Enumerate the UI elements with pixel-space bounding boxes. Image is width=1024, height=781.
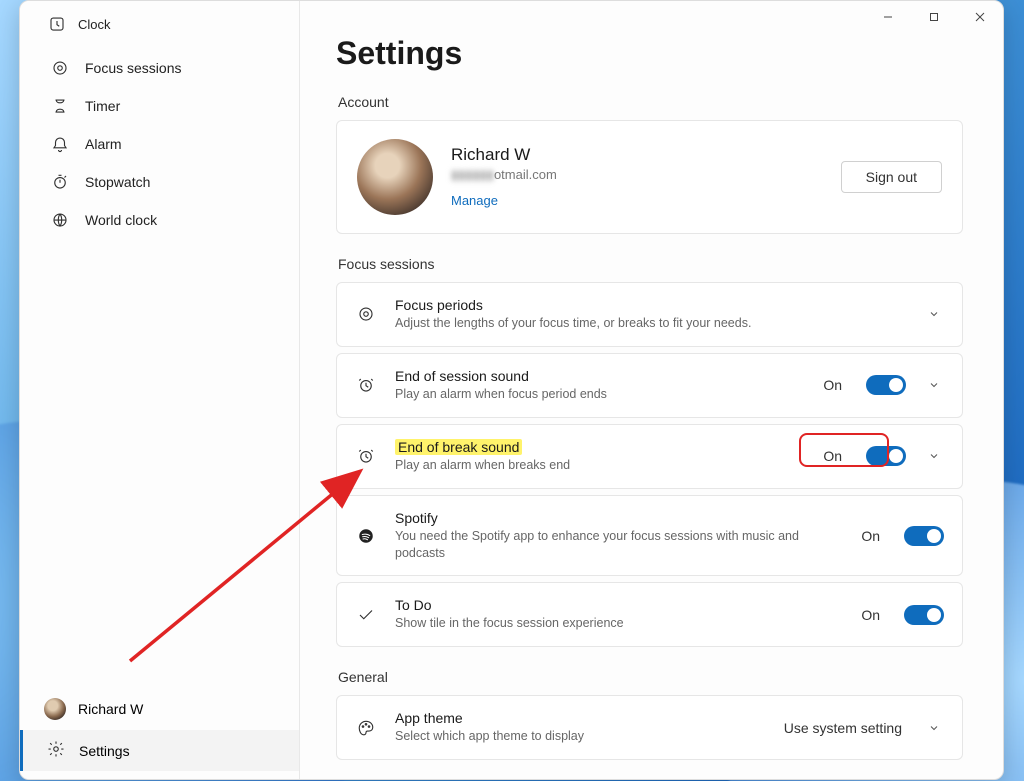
setting-desc: Play an alarm when focus period ends bbox=[395, 386, 805, 403]
focus-periods-icon bbox=[355, 305, 377, 323]
spotify-toggle[interactable] bbox=[904, 526, 944, 546]
nav-focus-sessions[interactable]: Focus sessions bbox=[20, 49, 299, 87]
signout-button[interactable]: Sign out bbox=[841, 161, 942, 193]
alarm-clock-icon bbox=[355, 376, 377, 394]
setting-end-session-sound[interactable]: End of session sound Play an alarm when … bbox=[336, 353, 963, 418]
sidebar-user-name: Richard W bbox=[78, 701, 143, 717]
setting-title: App theme bbox=[395, 710, 766, 726]
stopwatch-icon bbox=[51, 173, 69, 191]
end-session-toggle[interactable] bbox=[866, 375, 906, 395]
chevron-down-icon bbox=[924, 308, 944, 320]
minimize-button[interactable] bbox=[865, 1, 911, 33]
nav-list: Focus sessions Timer Alarm Stopwatch bbox=[20, 45, 299, 243]
setting-desc: Select which app theme to display bbox=[395, 728, 766, 745]
setting-app-theme[interactable]: App theme Select which app theme to disp… bbox=[336, 695, 963, 760]
gear-icon bbox=[47, 740, 65, 761]
sidebar-settings[interactable]: Settings bbox=[20, 730, 299, 771]
nav-world-clock[interactable]: World clock bbox=[20, 201, 299, 239]
nav-label: Stopwatch bbox=[85, 174, 150, 190]
section-focus-label: Focus sessions bbox=[338, 256, 963, 272]
setting-desc: You need the Spotify app to enhance your… bbox=[395, 528, 843, 562]
maximize-button[interactable] bbox=[911, 1, 957, 33]
section-general-label: General bbox=[338, 669, 963, 685]
manage-link[interactable]: Manage bbox=[451, 193, 498, 208]
account-card: Richard W ▮▮▮▮▮▮otmail.com Manage Sign o… bbox=[336, 120, 963, 234]
window-controls bbox=[865, 1, 1003, 33]
clock-settings-window: Clock Focus sessions Timer Alarm bbox=[19, 0, 1004, 780]
todo-icon bbox=[355, 606, 377, 624]
timer-icon bbox=[51, 97, 69, 115]
world-clock-icon bbox=[51, 211, 69, 229]
nav-label: Focus sessions bbox=[85, 60, 181, 76]
chevron-down-icon bbox=[924, 450, 944, 462]
setting-title: To Do bbox=[395, 597, 843, 613]
clock-app-icon bbox=[48, 15, 66, 33]
setting-desc: Adjust the lengths of your focus time, o… bbox=[395, 315, 906, 332]
alarm-icon bbox=[51, 135, 69, 153]
close-button[interactable] bbox=[957, 1, 1003, 33]
avatar-icon bbox=[44, 698, 66, 720]
app-title-row: Clock bbox=[20, 7, 299, 45]
nav-stopwatch[interactable]: Stopwatch bbox=[20, 163, 299, 201]
spotify-icon bbox=[355, 527, 377, 545]
setting-title: Spotify bbox=[395, 510, 843, 526]
nav-label: World clock bbox=[85, 212, 157, 228]
focus-sessions-icon bbox=[51, 59, 69, 77]
app-title: Clock bbox=[78, 17, 111, 32]
main-content: Settings Account Richard W ▮▮▮▮▮▮otmail.… bbox=[300, 1, 1003, 779]
account-text: Richard W ▮▮▮▮▮▮otmail.com Manage bbox=[451, 145, 823, 210]
account-avatar bbox=[357, 139, 433, 215]
todo-toggle[interactable] bbox=[904, 605, 944, 625]
nav-timer[interactable]: Timer bbox=[20, 87, 299, 125]
setting-title: End of break sound bbox=[395, 439, 805, 455]
setting-title: Focus periods bbox=[395, 297, 906, 313]
toggle-state: On bbox=[823, 448, 842, 464]
setting-todo[interactable]: To Do Show tile in the focus session exp… bbox=[336, 582, 963, 647]
sidebar: Clock Focus sessions Timer Alarm bbox=[20, 1, 300, 779]
account-email: ▮▮▮▮▮▮otmail.com bbox=[451, 167, 823, 183]
setting-end-break-sound[interactable]: End of break sound Play an alarm when br… bbox=[336, 424, 963, 489]
toggle-state: On bbox=[823, 377, 842, 393]
chevron-down-icon bbox=[924, 722, 944, 734]
sidebar-settings-label: Settings bbox=[79, 743, 130, 759]
page-title: Settings bbox=[336, 35, 963, 72]
setting-spotify[interactable]: Spotify You need the Spotify app to enha… bbox=[336, 495, 963, 577]
section-account-label: Account bbox=[338, 94, 963, 110]
toggle-state: On bbox=[861, 528, 880, 544]
alarm-clock-icon bbox=[355, 447, 377, 465]
end-break-toggle[interactable] bbox=[866, 446, 906, 466]
nav-label: Alarm bbox=[85, 136, 122, 152]
setting-focus-periods[interactable]: Focus periods Adjust the lengths of your… bbox=[336, 282, 963, 347]
setting-desc: Play an alarm when breaks end bbox=[395, 457, 805, 474]
nav-alarm[interactable]: Alarm bbox=[20, 125, 299, 163]
sidebar-bottom: Richard W Settings bbox=[20, 688, 299, 779]
toggle-state: On bbox=[861, 607, 880, 623]
sidebar-user[interactable]: Richard W bbox=[20, 688, 299, 730]
setting-desc: Show tile in the focus session experienc… bbox=[395, 615, 843, 632]
theme-icon bbox=[355, 719, 377, 737]
nav-label: Timer bbox=[85, 98, 120, 114]
app-theme-value: Use system setting bbox=[784, 720, 902, 736]
account-name: Richard W bbox=[451, 145, 823, 165]
chevron-down-icon bbox=[924, 379, 944, 391]
setting-title: End of session sound bbox=[395, 368, 805, 384]
